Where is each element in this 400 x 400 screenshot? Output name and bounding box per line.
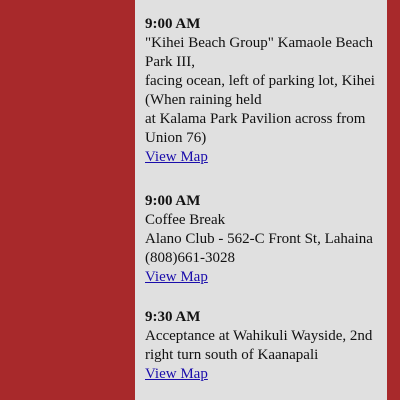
meeting-entry: 9:00 AM "Kihei Beach Group" Kamaole Beac… xyxy=(145,15,385,167)
left-background-band xyxy=(0,0,135,400)
meeting-entry: 9:00 AM Coffee Break Alano Club - 562-C … xyxy=(145,192,385,287)
meeting-detail-line: (808)661-3028 xyxy=(145,250,235,266)
meeting-detail-line: (When raining held xyxy=(145,92,262,108)
meeting-detail-line: right turn south of Kaanapali xyxy=(145,347,319,363)
meeting-detail-line: Coffee Break xyxy=(145,212,226,228)
right-background-band xyxy=(387,0,400,400)
meeting-detail-line: "Kihei Beach Group" Kamaole Beach xyxy=(145,35,373,51)
meeting-time: 9:00 AM xyxy=(145,16,201,32)
meeting-list-panel: 9:00 AM "Kihei Beach Group" Kamaole Beac… xyxy=(135,0,387,400)
meeting-detail-line: Union 76) xyxy=(145,130,207,146)
meeting-time: 9:30 AM xyxy=(145,309,201,325)
meeting-detail-line: facing ocean, left of parking lot, Kihei xyxy=(145,73,375,89)
view-map-link[interactable]: View Map xyxy=(145,148,208,167)
meeting-detail-line: Park III, xyxy=(145,54,195,70)
meeting-detail-line: at Kalama Park Pavilion across from xyxy=(145,111,366,127)
meeting-time: 9:00 AM xyxy=(145,193,201,209)
view-map-link[interactable]: View Map xyxy=(145,268,208,287)
view-map-link[interactable]: View Map xyxy=(145,365,208,384)
meeting-detail-line: Alano Club - 562-C Front St, Lahaina xyxy=(145,231,373,247)
meeting-detail-line: Acceptance at Wahikuli Wayside, 2nd xyxy=(145,328,373,344)
meeting-entry: 9:30 AM Acceptance at Wahikuli Wayside, … xyxy=(145,308,385,384)
